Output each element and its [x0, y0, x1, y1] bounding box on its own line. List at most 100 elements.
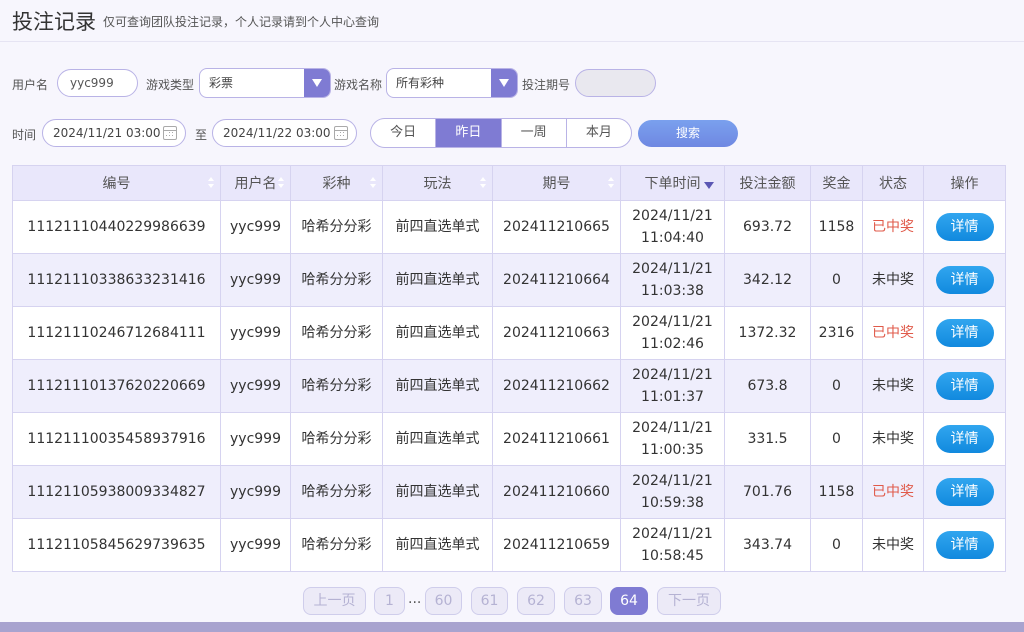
cell-period: 202411210661: [492, 412, 621, 466]
column-header-play[interactable]: 玩法: [382, 165, 493, 201]
next-page-button[interactable]: 下一页: [657, 587, 721, 615]
game-name-select[interactable]: 所有彩种: [386, 68, 518, 98]
cell-action: 详情: [923, 465, 1006, 519]
order-date: 2024/11/21: [632, 261, 713, 277]
detail-button[interactable]: 详情: [935, 266, 994, 294]
cell-id: 11121110137620220669: [12, 359, 221, 413]
order-time: 10:58:45: [641, 548, 704, 564]
detail-button[interactable]: 详情: [935, 425, 994, 453]
sort-icon: [208, 177, 214, 189]
cell-id: 11121110246712684111: [12, 306, 221, 360]
order-date: 2024/11/21: [632, 526, 713, 542]
range-week-button[interactable]: 一周: [502, 119, 567, 147]
cell-prize: 0: [810, 412, 863, 466]
page-subtitle: 仅可查询团队投注记录，个人记录请到个人中心查询: [103, 15, 380, 29]
username-label: 用户名: [12, 78, 49, 92]
cell-status: 已中奖: [862, 306, 924, 360]
table-row: 11121110338633231416 yyc999 哈希分分彩 前四直选单式 202…: [12, 253, 1006, 307]
cell-lottery: 哈希分分彩: [290, 518, 383, 572]
detail-button[interactable]: 详情: [935, 372, 994, 400]
detail-button[interactable]: 详情: [935, 478, 994, 506]
column-header-label: 状态: [879, 176, 907, 192]
cell-status: 已中奖: [862, 200, 924, 254]
table-row: 11121110246712684111 yyc999 哈希分分彩 前四直选单式 202…: [12, 306, 1006, 360]
cell-user: yyc999: [220, 465, 291, 519]
column-header-prize: 奖金: [810, 165, 863, 201]
cell-order-time: 2024/11/21 11:00:35: [620, 412, 725, 466]
cell-user: yyc999: [220, 253, 291, 307]
cell-order-time: 2024/11/21 10:59:38: [620, 465, 725, 519]
game-type-value: 彩票: [209, 76, 234, 90]
username-input[interactable]: yyc999: [57, 69, 138, 97]
order-time: 11:03:38: [641, 283, 704, 299]
cell-id: 11121110440229986639: [12, 200, 221, 254]
column-header-period[interactable]: 期号: [492, 165, 621, 201]
page-title: 投注记录: [12, 10, 96, 34]
end-time-value: 2024/11/22 03:00: [223, 126, 331, 140]
range-month-button[interactable]: 本月: [567, 119, 631, 147]
detail-button[interactable]: 详情: [935, 213, 994, 241]
cell-play: 前四直选单式: [382, 253, 493, 307]
cell-action: 详情: [923, 253, 1006, 307]
table-row: 11121110137620220669 yyc999 哈希分分彩 前四直选单式 202…: [12, 359, 1006, 413]
cell-play: 前四直选单式: [382, 200, 493, 254]
detail-button[interactable]: 详情: [935, 319, 994, 347]
cell-lottery: 哈希分分彩: [290, 200, 383, 254]
cell-amount: 1372.32: [724, 306, 811, 360]
cell-amount: 342.12: [724, 253, 811, 307]
column-header-lottery[interactable]: 彩种: [290, 165, 383, 201]
game-type-label: 游戏类型: [146, 78, 195, 92]
prev-page-button[interactable]: 上一页: [303, 587, 366, 615]
column-header-order-time[interactable]: 下单时间: [620, 165, 725, 201]
page-button-61[interactable]: 61: [471, 587, 508, 615]
cell-prize: 1158: [810, 200, 863, 254]
column-header-id[interactable]: 编号: [12, 165, 221, 201]
period-input[interactable]: [575, 69, 656, 97]
game-type-select[interactable]: 彩票: [199, 68, 331, 98]
cell-prize: 1158: [810, 465, 863, 519]
order-time: 11:00:35: [641, 442, 704, 458]
cell-status: 未中奖: [862, 412, 924, 466]
cell-prize: 0: [810, 518, 863, 572]
page-button-60[interactable]: 60: [425, 587, 462, 615]
sort-icon: [278, 177, 284, 189]
page-button-63[interactable]: 63: [564, 587, 602, 615]
calendar-icon: [163, 126, 177, 140]
page-button-62[interactable]: 62: [517, 587, 555, 615]
column-header-user[interactable]: 用户名: [220, 165, 291, 201]
table-row: 11121105938009334827 yyc999 哈希分分彩 前四直选单式 202…: [12, 465, 1006, 519]
end-time-input[interactable]: 2024/11/22 03:00: [212, 119, 357, 147]
search-button[interactable]: 搜索: [638, 120, 738, 147]
column-header-label: 投注金额: [739, 176, 796, 192]
cell-lottery: 哈希分分彩: [290, 412, 383, 466]
page-header: 投注记录 仅可查询团队投注记录，个人记录请到个人中心查询: [0, 0, 1024, 42]
cell-id: 11121105845629739635: [12, 518, 221, 572]
cell-user: yyc999: [220, 200, 291, 254]
cell-action: 详情: [923, 518, 1006, 572]
page-button-1[interactable]: 1: [374, 587, 405, 615]
start-time-value: 2024/11/21 03:00: [53, 126, 161, 140]
cell-id: 11121105938009334827: [12, 465, 221, 519]
pagination: 上一页 1 ... 60 61 62 63 64 下一页: [0, 587, 1024, 615]
range-today-button[interactable]: 今日: [371, 119, 437, 147]
game-name-label: 游戏名称: [334, 78, 383, 92]
order-date: 2024/11/21: [632, 420, 713, 436]
range-yesterday-button[interactable]: 昨日: [436, 119, 502, 147]
order-date: 2024/11/21: [632, 473, 713, 489]
cell-action: 详情: [923, 306, 1006, 360]
time-separator: 至: [195, 128, 208, 142]
page-ellipsis: ...: [408, 591, 422, 607]
cell-order-time: 2024/11/21 11:03:38: [620, 253, 725, 307]
order-date: 2024/11/21: [632, 367, 713, 383]
cell-play: 前四直选单式: [382, 412, 493, 466]
start-time-input[interactable]: 2024/11/21 03:00: [42, 119, 186, 147]
cell-period: 202411210659: [492, 518, 621, 572]
page-button-64[interactable]: 64: [610, 587, 648, 615]
table-header-row: 编号 用户名 彩种 玩法 期号 下单时间 投注金额 奖金 状态 操作: [12, 165, 1006, 201]
order-date: 2024/11/21: [632, 208, 713, 224]
detail-button[interactable]: 详情: [935, 531, 994, 559]
cell-user: yyc999: [220, 518, 291, 572]
cell-action: 详情: [923, 200, 1006, 254]
cell-id: 11121110338633231416: [12, 253, 221, 307]
cell-prize: 0: [810, 359, 863, 413]
